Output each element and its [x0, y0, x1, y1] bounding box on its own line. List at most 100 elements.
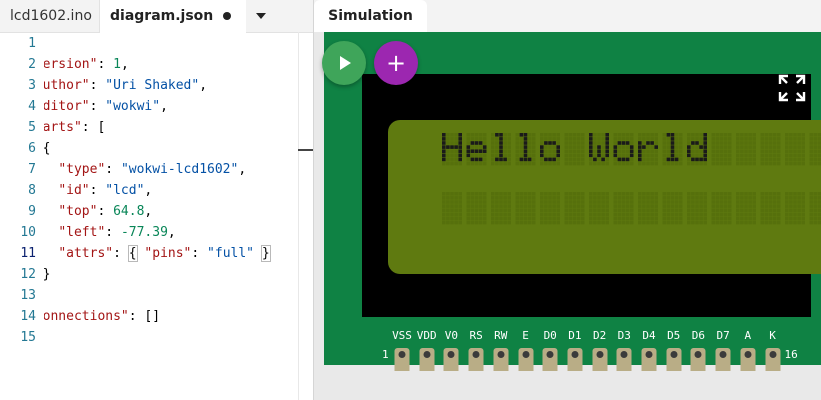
- lcd-pixel: [605, 220, 609, 225]
- lcd-pixel: [809, 133, 814, 137]
- pin-d6[interactable]: [690, 348, 706, 365]
- lcd-pixel: [621, 208, 626, 212]
- lcd-pixel: [482, 133, 487, 137]
- code-line[interactable]: 15: [0, 327, 313, 348]
- code-line[interactable]: 3 "author": "Uri Shaked",: [0, 75, 313, 96]
- lcd-pixel: [650, 212, 654, 217]
- lcd-pixel: [503, 133, 507, 137]
- lcd-pixel: [625, 204, 630, 208]
- pin-vdd[interactable]: [419, 348, 435, 365]
- lcd-pixel: [797, 196, 801, 200]
- json-punctuation: :: [191, 246, 208, 261]
- code-line[interactable]: 5 "parts": [: [0, 117, 313, 138]
- tab-menu-button[interactable]: [250, 0, 272, 32]
- lcd-pixel: [450, 204, 454, 208]
- lcd-pixel: [605, 149, 609, 153]
- lcd-pixel: [482, 204, 487, 208]
- pin-rs[interactable]: [468, 348, 484, 365]
- lcd-pixel: [601, 208, 605, 212]
- fullscreen-icon[interactable]: [778, 74, 806, 102]
- code-line[interactable]: 6 {: [0, 138, 313, 159]
- scroll-position-marker: [298, 149, 313, 151]
- lcd-pixel: [776, 137, 781, 141]
- lcd-pixel: [544, 200, 548, 204]
- lcd-pixel: [576, 141, 581, 145]
- code-line[interactable]: 11 "attrs": { "pins": "full" }: [0, 243, 313, 264]
- lcd-pixel: [629, 141, 634, 145]
- lcd-pixel: [666, 157, 671, 162]
- lcd-pixel: [454, 141, 458, 145]
- lcd-pixel: [719, 208, 724, 212]
- lcd-pixel: [499, 149, 503, 153]
- pin-d0[interactable]: [542, 348, 558, 365]
- tab-simulation[interactable]: Simulation: [314, 0, 427, 32]
- lcd-pixel: [752, 192, 756, 196]
- pin-e[interactable]: [518, 348, 533, 365]
- simulation-canvas[interactable]: Hello World VSS VDD V0 RS RW E D0 D1 D2 D3 D4 D5 D6 D…: [314, 32, 821, 400]
- lcd-pixel: [519, 133, 524, 137]
- pin-d4[interactable]: [641, 348, 657, 365]
- code-line[interactable]: 7 "type": "wokwi-lcd1602",: [0, 159, 313, 180]
- lcd-pixel: [597, 141, 601, 145]
- code-area[interactable]: 12"version": 1,3"author": "Uri Shaked",4…: [0, 32, 313, 400]
- code-line[interactable]: 13: [0, 285, 313, 306]
- pin-d5[interactable]: [666, 348, 682, 365]
- lcd-pixel: [519, 157, 524, 162]
- lcd-pixel: [703, 212, 707, 217]
- lcd-pixel: [597, 200, 601, 204]
- lcd-pixel: [548, 208, 552, 212]
- start-simulation-button[interactable]: [322, 41, 366, 85]
- pin-rw[interactable]: [493, 348, 509, 365]
- lcd-pixel: [454, 192, 458, 196]
- lcd-pixel: [552, 200, 556, 204]
- pin-d7[interactable]: [715, 348, 731, 365]
- pin-v0[interactable]: [443, 348, 459, 365]
- code-line[interactable]: 8 "id": "lcd",: [0, 180, 313, 201]
- lcd-pixel: [548, 220, 552, 225]
- lcd-pixel: [695, 216, 699, 221]
- lcd-pixel: [523, 157, 528, 162]
- code-line[interactable]: 14 "connections": []: [0, 306, 313, 327]
- lcd-char-cell: [466, 133, 487, 166]
- lcd-pixel: [503, 208, 507, 212]
- pin-d1[interactable]: [567, 348, 583, 365]
- lcd-pixel: [564, 157, 569, 162]
- lcd-pixel: [646, 161, 650, 166]
- lcd-pixel: [629, 216, 634, 221]
- lcd-pixel: [589, 208, 593, 212]
- lcd-pixel: [548, 149, 552, 153]
- lcd-pixel: [678, 153, 683, 158]
- pin-d2[interactable]: [592, 348, 608, 365]
- lcd-pixel: [646, 192, 650, 196]
- lcd-pixel: [556, 157, 560, 162]
- code-line[interactable]: 9 "top": 64.8,: [0, 201, 313, 222]
- line-text: "type": "wokwi-lcd1602",: [44, 162, 246, 177]
- code-line[interactable]: 1: [0, 33, 313, 54]
- lcd-pixel: [654, 216, 658, 221]
- pin-k[interactable]: [765, 348, 780, 365]
- code-line[interactable]: 10 "left": -77.39,: [0, 222, 313, 243]
- tab-diagram-json[interactable]: diagram.json: [100, 0, 246, 33]
- lcd-pixel: [531, 208, 536, 212]
- code-line[interactable]: 2 "version": 1,: [0, 54, 313, 75]
- lcd-pixel: [715, 196, 720, 200]
- tab-lcd1602-ino[interactable]: lcd1602.ino: [0, 0, 100, 32]
- lcd-pixel: [458, 133, 462, 137]
- lcd-pixel: [548, 204, 552, 208]
- pin-a[interactable]: [740, 348, 756, 365]
- lcd-pixel: [446, 192, 450, 196]
- lcd-pixel: [764, 141, 769, 145]
- pin-label: D0: [543, 329, 557, 342]
- lcd-pixel: [723, 141, 728, 145]
- lcd-pixel: [466, 216, 471, 221]
- pin-vss[interactable]: [394, 348, 410, 365]
- lcd-pixel: [491, 137, 495, 141]
- code-line[interactable]: 12 }: [0, 264, 313, 285]
- lcd-pixel: [670, 196, 675, 200]
- pin-d3[interactable]: [616, 348, 632, 365]
- add-part-button[interactable]: +: [374, 41, 418, 85]
- lcd-pixel: [544, 141, 548, 145]
- lcd-pixel: [642, 141, 646, 145]
- code-line[interactable]: 4 "editor": "wokwi",: [0, 96, 313, 117]
- lcd-pixel: [621, 145, 626, 149]
